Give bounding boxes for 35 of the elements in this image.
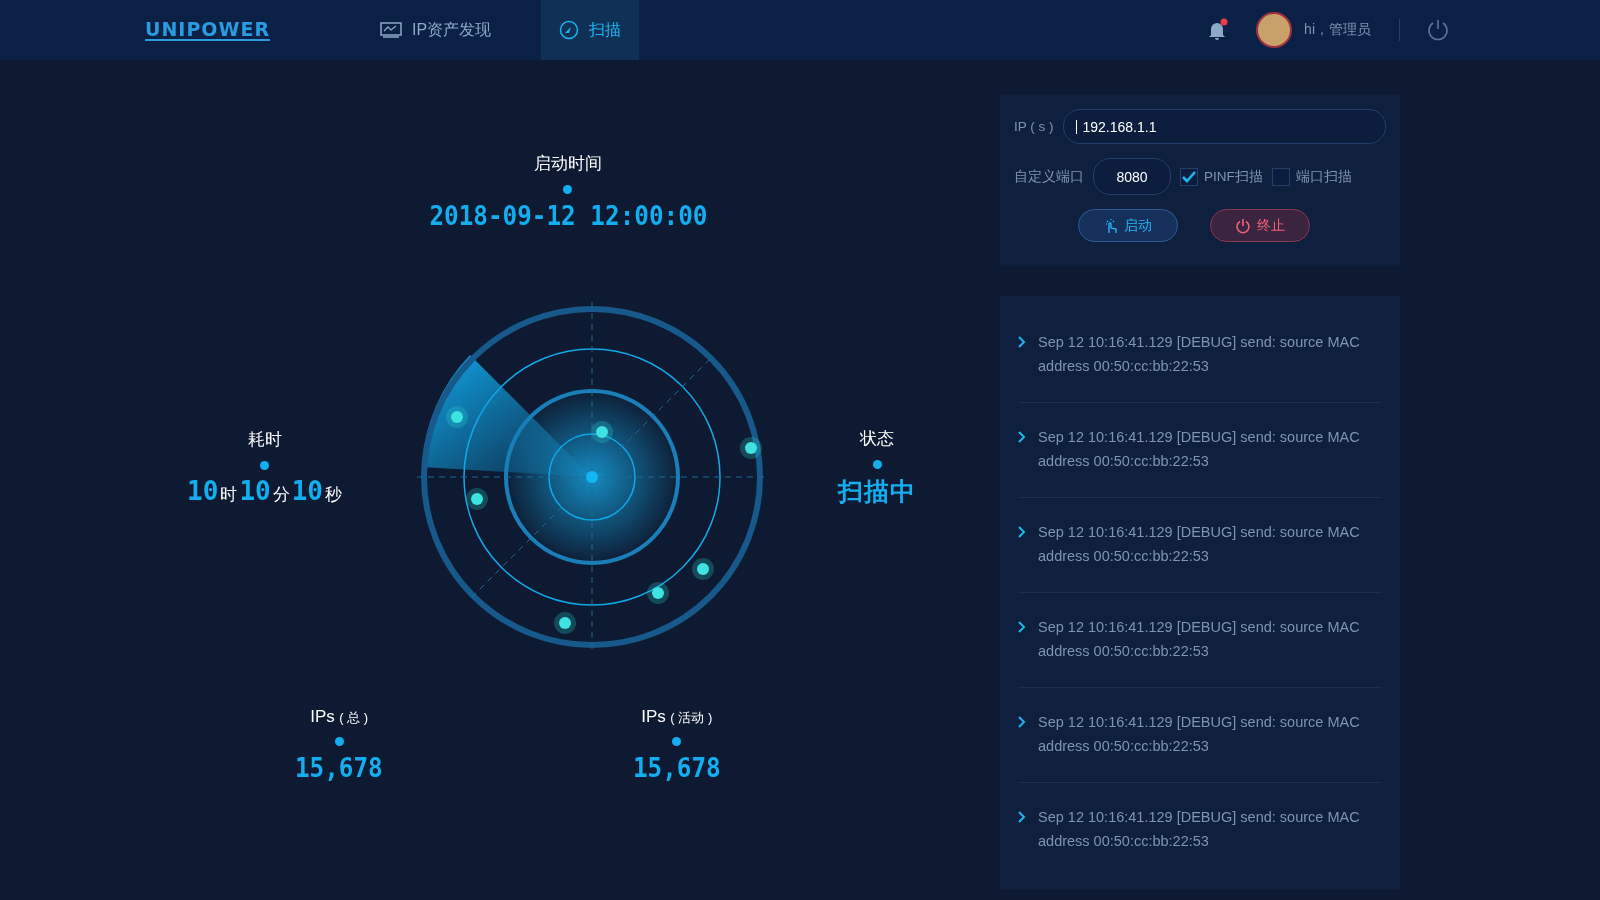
stat-label: 启动时间 bbox=[534, 153, 602, 175]
duration-value: 10 bbox=[291, 476, 323, 506]
stat-label: 状态 bbox=[860, 427, 894, 450]
duration-value: 10 bbox=[239, 476, 271, 506]
checkbox-label: 端口扫描 bbox=[1295, 167, 1352, 186]
duration-unit: 秒 bbox=[325, 484, 342, 506]
stat-sublabel: ( 总 ) bbox=[339, 710, 369, 725]
stat-label: 耗时 bbox=[247, 429, 282, 451]
stat-sublabel: ( 活动 ) bbox=[670, 710, 713, 725]
stat-label: IPs bbox=[310, 707, 335, 726]
field-label: 自定义端口 bbox=[1014, 167, 1084, 186]
log-entry: Sep 12 10:16:41.129 [DEBUG] send: source MAC address 00:50:cc:bb:22:53 bbox=[1038, 428, 1361, 471]
log-entry: Sep 12 10:16:41.129 [DEBUG] send: source MAC address 00:50:cc:bb:22:53 bbox=[1038, 333, 1361, 376]
logo: UNIPOWER bbox=[145, 19, 271, 41]
ip-count: 15,678 bbox=[632, 752, 721, 783]
user-greeting: hi，管理员 bbox=[1304, 21, 1371, 39]
checkbox-label: PINF扫描 bbox=[1204, 167, 1263, 186]
duration-unit: 分 bbox=[272, 484, 290, 506]
log-entry: Sep 12 10:16:41.129 [DEBUG] send: source MAC address 00:50:cc:bb:22:53 bbox=[1038, 523, 1361, 566]
port-input-field[interactable]: 8080 bbox=[1093, 158, 1171, 195]
stat-label: IPs bbox=[641, 707, 666, 726]
field-label: IP ( s ) bbox=[1014, 119, 1054, 134]
log-entry: Sep 12 10:16:41.129 [DEBUG] send: source MAC address 00:50:cc:bb:22:53 bbox=[1038, 713, 1361, 756]
start-time: 2018-09-12 12:00:00 bbox=[429, 200, 707, 231]
stop-button[interactable]: 终止 bbox=[1210, 209, 1310, 242]
log-entry: Sep 12 10:16:41.129 [DEBUG] send: source MAC address 00:50:cc:bb:22:53 bbox=[1038, 808, 1361, 851]
nav-tab[interactable]: IP资产发现 bbox=[360, 0, 512, 60]
ip-input-field[interactable]: 192.168.1.1 bbox=[1062, 109, 1386, 144]
log-entry: Sep 12 10:16:41.129 [DEBUG] send: source MAC address 00:50:cc:bb:22:53 bbox=[1038, 618, 1361, 661]
nav-tab[interactable]: 扫描 bbox=[541, 0, 640, 60]
ip-count: 15,678 bbox=[295, 752, 384, 783]
start-button[interactable]: 启动 bbox=[1078, 209, 1178, 242]
duration-value: 10 bbox=[187, 476, 219, 506]
status-value: 扫描中 bbox=[838, 475, 916, 507]
duration-unit: 时 bbox=[220, 484, 238, 506]
